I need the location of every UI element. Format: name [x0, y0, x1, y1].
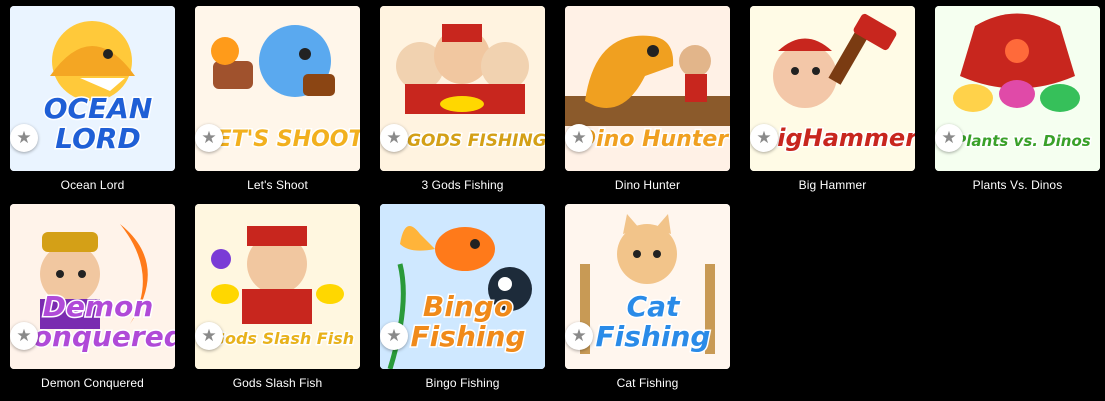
- star-icon: ★: [386, 127, 402, 148]
- star-icon: ★: [571, 325, 587, 346]
- game-title[interactable]: Demon Conquered: [10, 376, 175, 390]
- svg-text:3 GODS FISHING: 3 GODS FISHING: [389, 131, 545, 151]
- favorite-button[interactable]: ★: [10, 322, 38, 350]
- favorite-button[interactable]: ★: [10, 124, 38, 152]
- game-title[interactable]: Gods Slash Fish: [195, 376, 360, 390]
- game-title[interactable]: Plants Vs. Dinos: [935, 178, 1100, 192]
- game-card[interactable]: Bingo Fishing ★ Bingo Fishing: [380, 204, 545, 390]
- favorite-button[interactable]: ★: [380, 322, 408, 350]
- game-title[interactable]: Ocean Lord: [10, 178, 175, 192]
- game-title[interactable]: Cat Fishing: [565, 376, 730, 390]
- star-icon: ★: [16, 325, 32, 346]
- favorite-button[interactable]: ★: [565, 322, 593, 350]
- star-icon: ★: [571, 127, 587, 148]
- favorite-button[interactable]: ★: [750, 124, 778, 152]
- star-icon: ★: [386, 325, 402, 346]
- star-icon: ★: [941, 127, 957, 148]
- game-title[interactable]: Bingo Fishing: [380, 376, 545, 390]
- svg-text:Demon: Demon: [43, 290, 154, 323]
- game-grid: OCEAN LORD ★ Ocean Lord LET'S SHOOT ★ Let's Sh…: [10, 6, 1105, 390]
- svg-text:Fishing: Fishing: [411, 320, 526, 353]
- svg-text:OCEAN: OCEAN: [44, 92, 153, 125]
- star-icon: ★: [201, 127, 217, 148]
- game-card[interactable]: Plants vs. Dinos ★ Plants Vs. Dinos: [935, 6, 1100, 192]
- svg-text:Cat: Cat: [627, 290, 681, 323]
- svg-text:LET'S SHOOT: LET'S SHOOT: [203, 127, 360, 152]
- svg-text:LORD: LORD: [55, 122, 140, 155]
- game-title[interactable]: 3 Gods Fishing: [380, 178, 545, 192]
- svg-text:Fishing: Fishing: [596, 320, 711, 353]
- game-card[interactable]: LET'S SHOOT ★ Let's Shoot: [195, 6, 360, 192]
- svg-text:Plants vs. Dinos: Plants vs. Dinos: [955, 132, 1090, 150]
- favorite-button[interactable]: ★: [195, 124, 223, 152]
- star-icon: ★: [756, 127, 772, 148]
- game-card[interactable]: Demon Conquered ★ Demon Conquered: [10, 204, 175, 390]
- star-icon: ★: [201, 325, 217, 346]
- star-icon: ★: [16, 127, 32, 148]
- game-title[interactable]: Big Hammer: [750, 178, 915, 192]
- game-title[interactable]: Dino Hunter: [565, 178, 730, 192]
- favorite-button[interactable]: ★: [565, 124, 593, 152]
- svg-text:BigHammer: BigHammer: [759, 124, 915, 152]
- game-card[interactable]: Gods Slash Fish ★ Gods Slash Fish: [195, 204, 360, 390]
- favorite-button[interactable]: ★: [195, 322, 223, 350]
- game-title[interactable]: Let's Shoot: [195, 178, 360, 192]
- game-card[interactable]: OCEAN LORD ★ Ocean Lord: [10, 6, 175, 192]
- svg-text:Gods Slash Fish: Gods Slash Fish: [212, 329, 354, 348]
- game-card[interactable]: BigHammer ★ Big Hammer: [750, 6, 915, 192]
- game-card[interactable]: Dino Hunter ★ Dino Hunter: [565, 6, 730, 192]
- svg-text:Bingo: Bingo: [423, 290, 513, 323]
- favorite-button[interactable]: ★: [935, 124, 963, 152]
- game-card[interactable]: Cat Fishing ★ Cat Fishing: [565, 204, 730, 390]
- favorite-button[interactable]: ★: [380, 124, 408, 152]
- svg-text:Dino Hunter: Dino Hunter: [578, 127, 729, 152]
- game-card[interactable]: 3 GODS FISHING ★ 3 Gods Fishing: [380, 6, 545, 192]
